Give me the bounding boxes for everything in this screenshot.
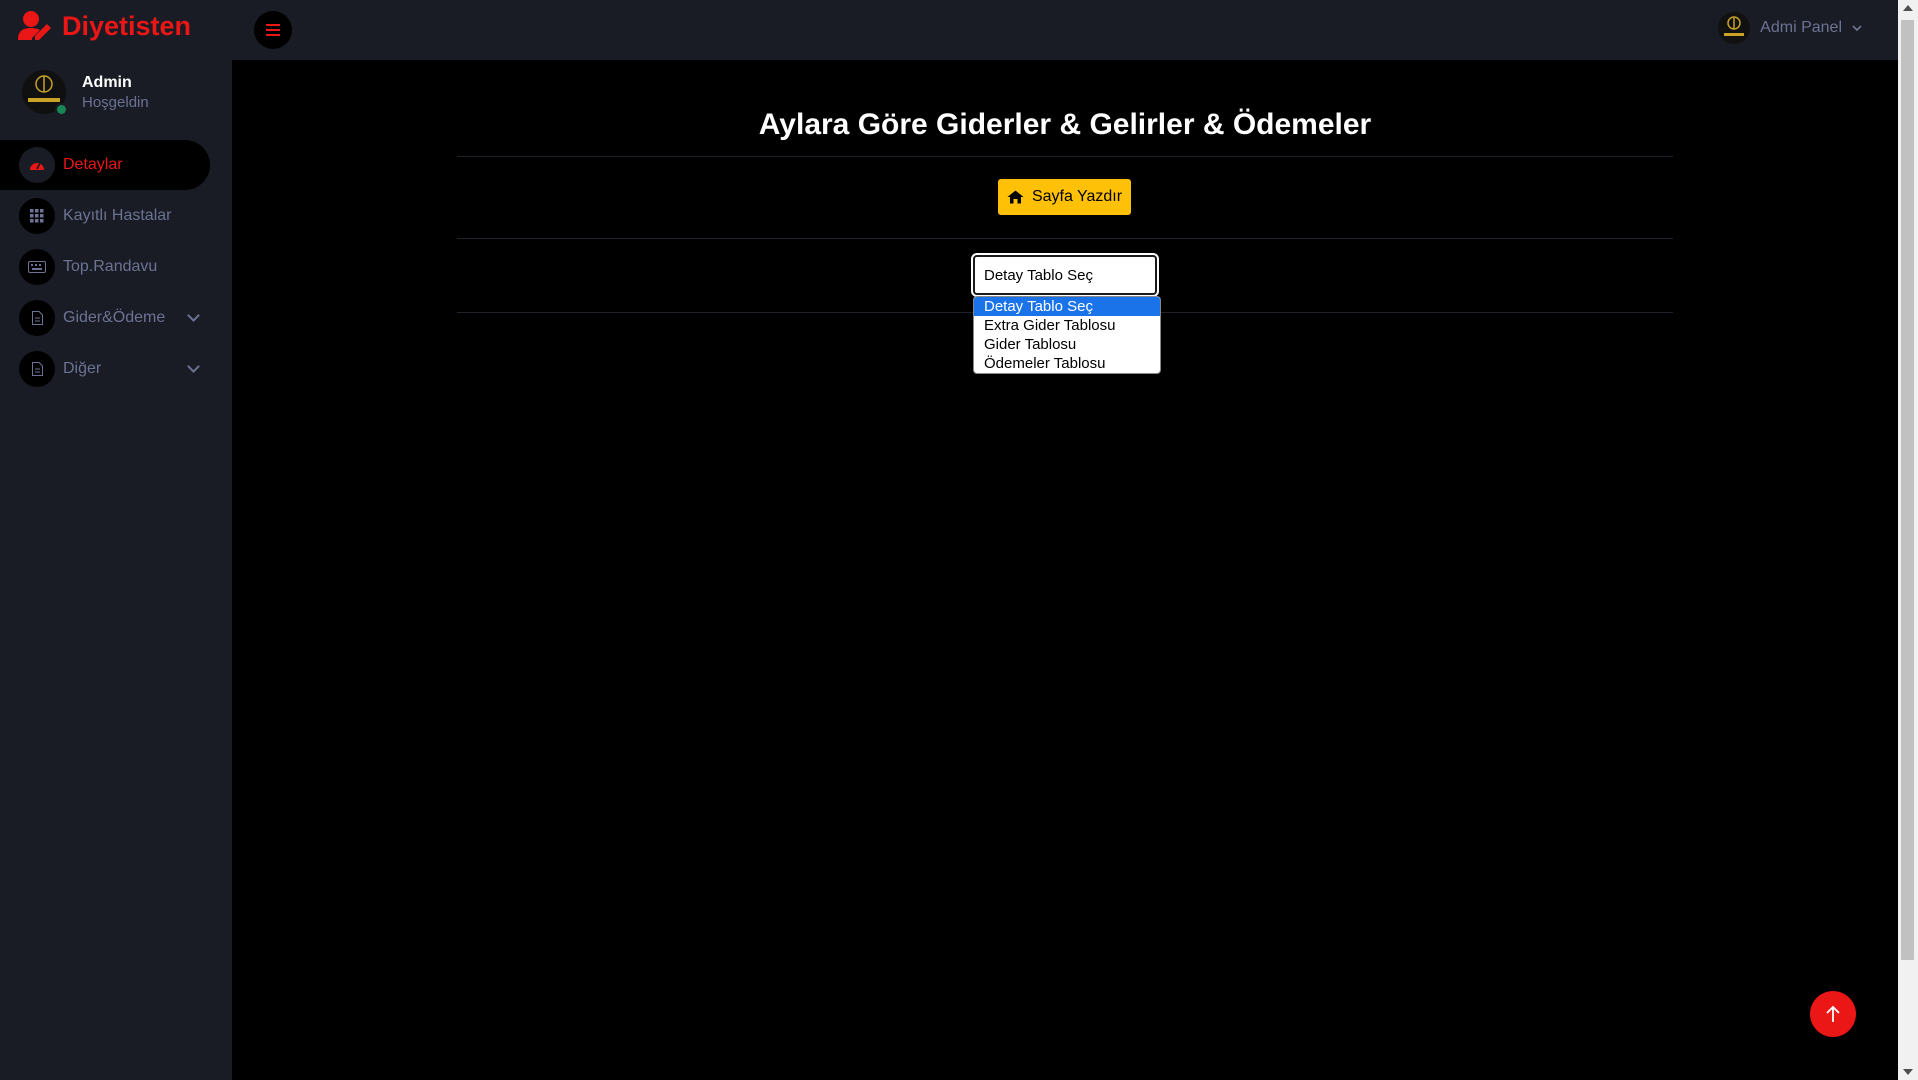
keyboard-icon [19,249,55,285]
sidebar-item-label: Top.Randavu [63,258,158,275]
tachometer-icon [19,147,55,183]
page-title: Aylara Göre Giderler & Gelirler & Ödemel… [758,108,1372,141]
sidebar-item-diger[interactable]: Diğer [0,344,232,394]
sidebar-item-label: Gider&Ödeme [63,309,166,326]
sidebar-item-gider-odeme[interactable]: Gider&Ödeme [0,293,232,343]
sidebar-item-detaylar[interactable]: Detaylar [0,140,210,190]
print-button-label: Sayfa Yazdır [1031,188,1123,205]
avatar [22,70,68,116]
grid-icon [19,198,55,234]
home-icon [1007,190,1024,204]
sidebar-item-label: Detaylar [63,156,123,173]
bars-icon [266,29,280,31]
sidebar-nav: Detaylar Kayıtlı Hastalar Top.Randavu Gi… [0,140,232,395]
brand-name: Diyetisten [62,10,192,41]
chevron-down-icon [187,309,200,322]
top-navbar: Diyetisten Admi Panel [0,0,1898,60]
scroll-up-icon[interactable] [1903,5,1913,11]
divider [457,156,1673,157]
chevron-down-icon [187,360,200,373]
scrollbar[interactable] [1898,0,1918,1080]
sidebar-item-top-randavu[interactable]: Top.Randavu [0,242,232,292]
chevron-down-icon [1852,25,1862,32]
user-edit-icon [18,11,51,40]
user-profile: Admin Hoşgeldin [22,70,149,116]
select-option[interactable]: Ödemeler Tablosu [974,354,1160,373]
select-option[interactable]: Extra Gider Tablosu [974,316,1160,335]
sidebar-item-label: Kayıtlı Hastalar [63,207,172,224]
scrollbar-thumb[interactable] [1901,20,1914,960]
file-icon [19,351,55,387]
online-status-dot [55,103,68,116]
sidebar-toggle-button[interactable] [254,11,292,49]
arrow-up-icon [1826,1005,1840,1022]
admin-dropdown[interactable]: Admi Panel [1718,12,1862,44]
sidebar: Admin Hoşgeldin Detaylar Kayıtlı Hastala… [0,60,232,1080]
table-select[interactable]: Detay Tablo Seç [971,253,1159,297]
back-to-top-button[interactable] [1810,991,1856,1037]
scroll-down-icon[interactable] [1903,1069,1913,1075]
print-page-button[interactable]: Sayfa Yazdır [998,179,1131,215]
admin-panel-label: Admi Panel [1760,19,1842,36]
avatar [1718,12,1751,44]
select-option[interactable]: Detay Tablo Seç [974,297,1160,316]
profile-name: Admin [82,73,132,91]
profile-greeting: Hoşgeldin [82,93,149,111]
file-icon [19,300,55,336]
select-option[interactable]: Gider Tablosu [974,335,1160,354]
main-content: Aylara Göre Giderler & Gelirler & Ödemel… [232,60,1898,1080]
table-select-options: Detay Tablo Seç Extra Gider Tablosu Gide… [973,296,1161,374]
divider [457,238,1673,239]
brand-logo[interactable]: Diyetisten [18,10,191,42]
sidebar-item-kayitli-hastalar[interactable]: Kayıtlı Hastalar [0,191,232,241]
sidebar-item-label: Diğer [63,360,102,377]
